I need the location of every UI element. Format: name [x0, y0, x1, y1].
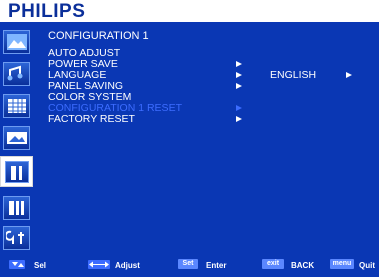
configuration-1-icon-inner	[5, 161, 29, 183]
exit-key-chip: exit	[262, 259, 284, 269]
panel-title: CONFIGURATION 1	[48, 30, 149, 42]
configuration-1-icon[interactable]	[0, 156, 33, 187]
footer-key-guide: Sel Adjust Set Enter exit BACK menu Quit	[0, 254, 379, 277]
menu-item-factory-reset[interactable]: FACTORY RESET	[48, 114, 368, 125]
menu-item-label: FACTORY RESET	[48, 113, 135, 125]
footer-enter-label: Enter	[206, 261, 227, 270]
value-arrow-icon[interactable]	[346, 72, 352, 78]
select-arrows-icon	[9, 260, 25, 269]
submenu-arrow-icon	[236, 116, 242, 122]
language-value: ENGLISH	[270, 69, 317, 81]
footer-quit-label: Quit	[359, 261, 375, 270]
sidebar	[0, 22, 34, 254]
set-key-chip: Set	[178, 259, 198, 269]
schedule-icon[interactable]	[3, 94, 30, 118]
brand-bar: PHILIPS	[0, 0, 379, 22]
picture-icon[interactable]	[3, 30, 30, 54]
brand-logo: PHILIPS	[8, 1, 86, 22]
submenu-arrow-icon	[236, 83, 242, 89]
advanced-option-icon[interactable]	[3, 226, 30, 250]
submenu-arrow-icon	[236, 61, 242, 67]
footer-back-label: BACK	[291, 261, 315, 270]
submenu-arrow-icon	[236, 72, 242, 78]
menu-key-chip: menu	[330, 259, 354, 269]
configuration-2-icon[interactable]	[3, 196, 30, 220]
submenu-arrow-icon	[236, 105, 242, 111]
adjust-arrows-icon	[88, 260, 110, 269]
image-settings-icon[interactable]	[3, 126, 30, 150]
footer-sel-label: Sel	[34, 261, 47, 270]
menu-list: AUTO ADJUST POWER SAVE LANGUAGE ENGLISH …	[48, 48, 368, 125]
audio-icon[interactable]	[3, 62, 30, 86]
footer-adjust-label: Adjust	[115, 261, 140, 270]
